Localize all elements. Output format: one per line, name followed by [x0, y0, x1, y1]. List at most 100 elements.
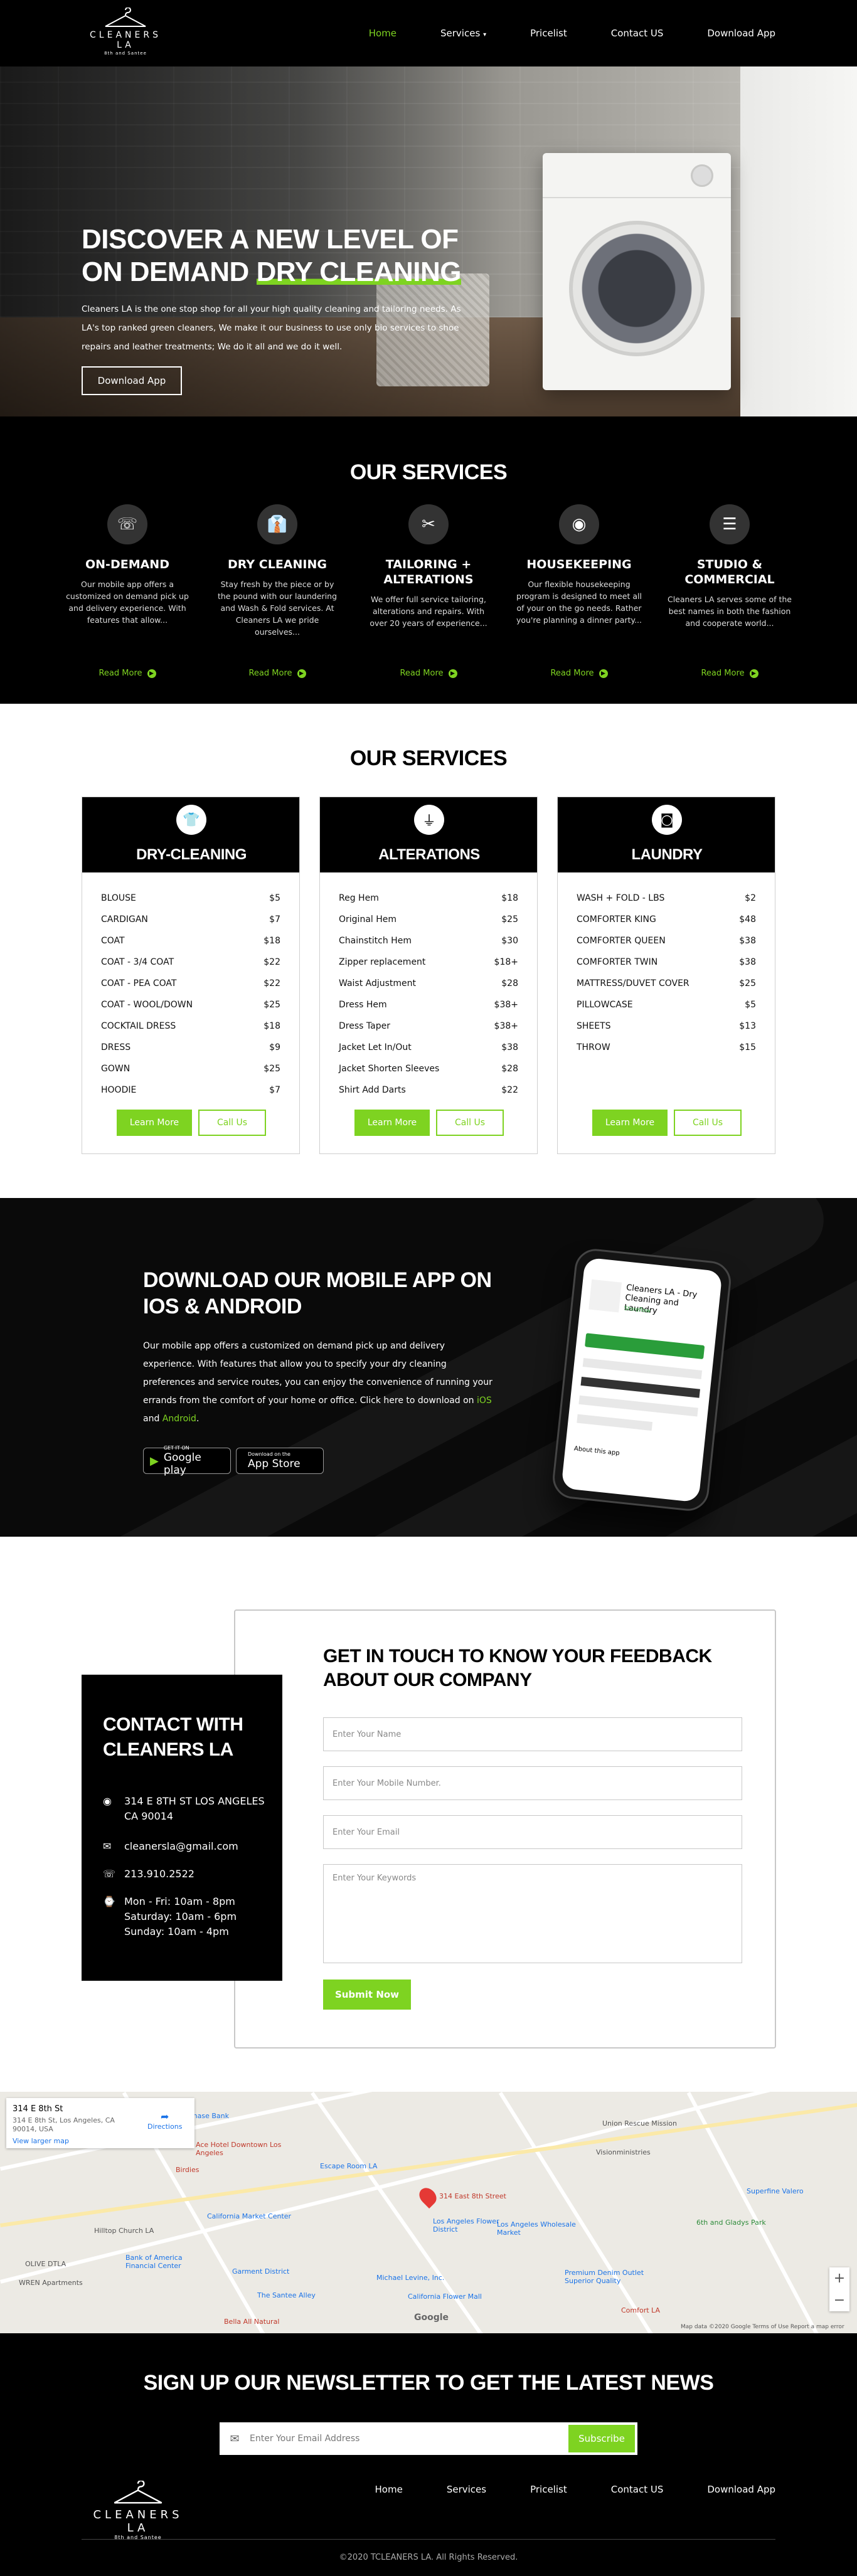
map-label: California Flower Mall [408, 2292, 482, 2301]
learn-more-button[interactable]: Learn More [592, 1110, 668, 1136]
google-logo: Google [414, 2313, 449, 2323]
map-label: Michael Levine, Inc. [376, 2274, 445, 2282]
price-value: $5 [745, 1000, 756, 1010]
hero-download-button[interactable]: Download App [82, 366, 182, 395]
call-us-button[interactable]: Call Us [198, 1110, 266, 1136]
read-more-link[interactable]: Read More ▶ [366, 669, 491, 678]
price-card-title: ALTERATIONS [378, 846, 480, 863]
price-row: SHEETS $13 [577, 1015, 756, 1037]
read-more-label: Read More [550, 669, 594, 678]
footer-nav-home[interactable]: Home [375, 2484, 403, 2495]
subscribe-button[interactable]: Subscribe [568, 2425, 635, 2452]
call-us-button[interactable]: Call Us [674, 1110, 742, 1136]
price-value: $30 [501, 936, 518, 946]
contact-address: ◉ 314 E 8TH ST LOS ANGELES CA 90014 [103, 1794, 272, 1824]
screen-about: About this app [573, 1445, 620, 1457]
google-play-small: GET IT ON [163, 1445, 189, 1451]
price-card-buttons: Learn More Call Us [82, 1110, 301, 1136]
directions-link[interactable]: ➦ Directions [147, 2111, 182, 2131]
nav-contact[interactable]: Contact US [611, 28, 664, 39]
iron-icon: ⏚ [414, 805, 444, 835]
price-value: $38 [739, 957, 756, 967]
map-label: Garment District [232, 2267, 290, 2276]
keywords-textarea[interactable]: Enter Your Keywords [323, 1864, 742, 1963]
arrow-right-icon: ▶ [147, 669, 156, 678]
price-item: Shirt Add Darts [339, 1085, 406, 1095]
address-text: 314 E 8TH ST LOS ANGELES CA 90014 [124, 1795, 265, 1822]
nav-services[interactable]: Services ▾ [440, 28, 486, 39]
name-input[interactable]: Enter Your Name [323, 1717, 742, 1751]
footer-nav-download[interactable]: Download App [707, 2484, 775, 2495]
price-row: Dress Taper $38+ [339, 1015, 518, 1037]
submit-button[interactable]: Submit Now [323, 1980, 411, 2010]
nav-home[interactable]: Home [369, 28, 397, 39]
price-item: Jacket Let In/Out [339, 1042, 412, 1052]
zoom-in-icon[interactable]: + [834, 2271, 845, 2286]
app-title: Download our mobile app on iOS & Android [143, 1268, 492, 1318]
newsletter-form: ✉ Enter Your Email Address Subscribe [220, 2422, 637, 2455]
footer-nav-services[interactable]: Services [447, 2484, 486, 2495]
price-card-title: LAUNDRY [631, 846, 703, 863]
read-more-link[interactable]: Read More ▶ [215, 669, 340, 678]
service-description: We offer full service tailoring, alterat… [370, 595, 487, 628]
learn-more-button[interactable]: Learn More [354, 1110, 430, 1136]
map-label: Bella All Natural [224, 2318, 280, 2326]
price-card-header: 👕 DRY-CLEANING [82, 797, 299, 872]
brand-logo[interactable]: CLEANERS LA 8th and Santee [82, 8, 169, 58]
app-store-badge[interactable]: Download on the App Store [236, 1448, 324, 1474]
location-pin-icon: ◉ [103, 1795, 112, 1807]
top-nav: CLEANERS LA 8th and Santee Home Services… [0, 0, 857, 66]
android-link[interactable]: Android [162, 1414, 196, 1424]
arrow-right-icon: ▶ [448, 669, 457, 678]
read-more-link[interactable]: Read More ▶ [65, 669, 190, 678]
footer-nav-contact[interactable]: Contact US [611, 2484, 664, 2495]
footer: Sign up our newsletter to get the latest… [0, 2333, 857, 2576]
price-value: $7 [269, 1085, 280, 1095]
washing-machine-icon: ◉ [559, 504, 599, 544]
zoom-out-icon[interactable]: − [834, 2292, 845, 2308]
call-us-button[interactable]: Call Us [436, 1110, 504, 1136]
screen-row [577, 1414, 653, 1431]
price-value: $18+ [494, 957, 518, 967]
map-label: Superfine Valero [747, 2187, 804, 2195]
email-input[interactable]: Enter Your Email [323, 1815, 742, 1849]
price-item: Dress Hem [339, 1000, 387, 1010]
price-value: $48 [739, 914, 756, 925]
view-larger-map-link[interactable]: View larger map [13, 2137, 69, 2145]
service-description: Stay fresh by the piece or by the pound … [217, 580, 338, 637]
contact-email[interactable]: ✉ cleanersla@gmail.com [103, 1839, 272, 1854]
footer-logo[interactable]: CLEANERS LA 8th and Santee [82, 2479, 194, 2540]
hero-description: Cleaners LA is the one stop shop for all… [82, 304, 461, 352]
map-label: Union Rescue Mission [602, 2119, 677, 2128]
phone-icon: ☏ [107, 504, 147, 544]
service-card-housekeeping: ◉ HOUSEKEEPING Our flexible housekeeping… [516, 504, 642, 678]
footer-nav-pricelist[interactable]: Pricelist [530, 2484, 567, 2495]
contact-card-title: Contact with Cleaners LA [103, 1714, 243, 1760]
newsletter-email-input[interactable]: Enter Your Email Address [250, 2434, 568, 2444]
price-row: Reg Hem $18 [339, 888, 518, 909]
nav-download[interactable]: Download App [707, 28, 775, 39]
contact-phone[interactable]: ☏ 213.910.2522 [103, 1867, 272, 1882]
google-play-badge[interactable]: ▶ GET IT ON Google play [143, 1445, 231, 1476]
price-row: COAT $18 [101, 930, 280, 951]
price-card-buttons: Learn More Call Us [558, 1110, 776, 1136]
hanger-icon [105, 8, 146, 27]
washing-machine-image [543, 153, 731, 390]
map-pin-icon[interactable] [415, 2184, 440, 2209]
service-card-on-demand: ☏ ON-DEMAND Our mobile app offers a cust… [65, 504, 190, 678]
newsletter-title: Sign up our newsletter to get the latest… [143, 2371, 714, 2395]
read-more-link[interactable]: Read More ▶ [516, 669, 642, 678]
price-row: GOWN $25 [101, 1058, 280, 1079]
ios-link[interactable]: iOS [477, 1396, 492, 1406]
price-value: $38 [739, 936, 756, 946]
nav-pricelist[interactable]: Pricelist [530, 28, 567, 39]
map-label: Escape Room LA [320, 2162, 378, 2170]
shelf-image [740, 66, 857, 416]
read-more-link[interactable]: Read More ▶ [667, 669, 792, 678]
price-row: Waist Adjustment $28 [339, 973, 518, 994]
pricing-title: OUR SERVICES [349, 746, 508, 770]
mobile-input[interactable]: Enter Your Mobile Number. [323, 1766, 742, 1800]
map-label: WREN Apartments [19, 2279, 83, 2287]
learn-more-button[interactable]: Learn More [117, 1110, 192, 1136]
location-map[interactable]: Chase Bank Ace Hotel Downtown Los Angele… [0, 2092, 857, 2333]
